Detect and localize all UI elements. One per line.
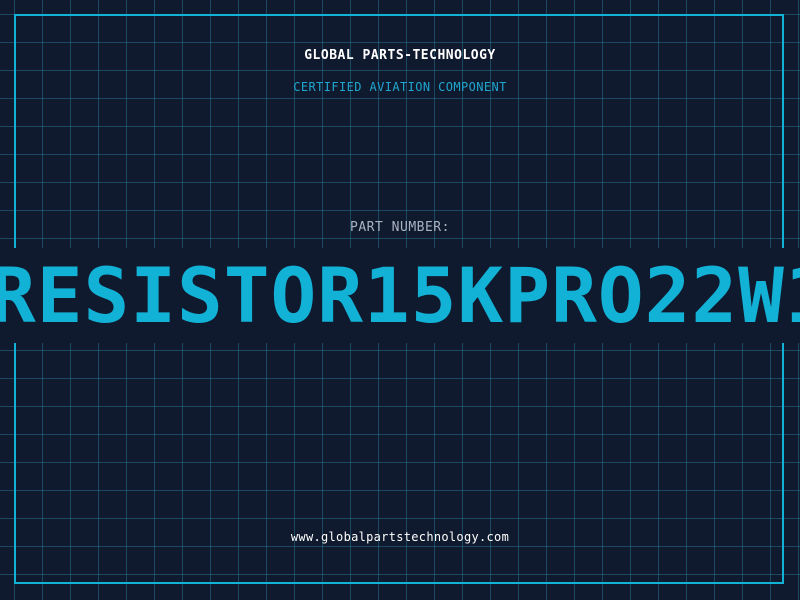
part-number-value: RESISTOR15KPRO22W1	[0, 251, 800, 340]
part-number-label: PART NUMBER:	[350, 220, 450, 235]
brand-title: GLOBAL PARTS-TECHNOLOGY	[304, 48, 496, 63]
website-link[interactable]: www.globalpartstechnology.com	[0, 530, 800, 544]
tagline: CERTIFIED AVIATION COMPONENT	[293, 80, 507, 94]
